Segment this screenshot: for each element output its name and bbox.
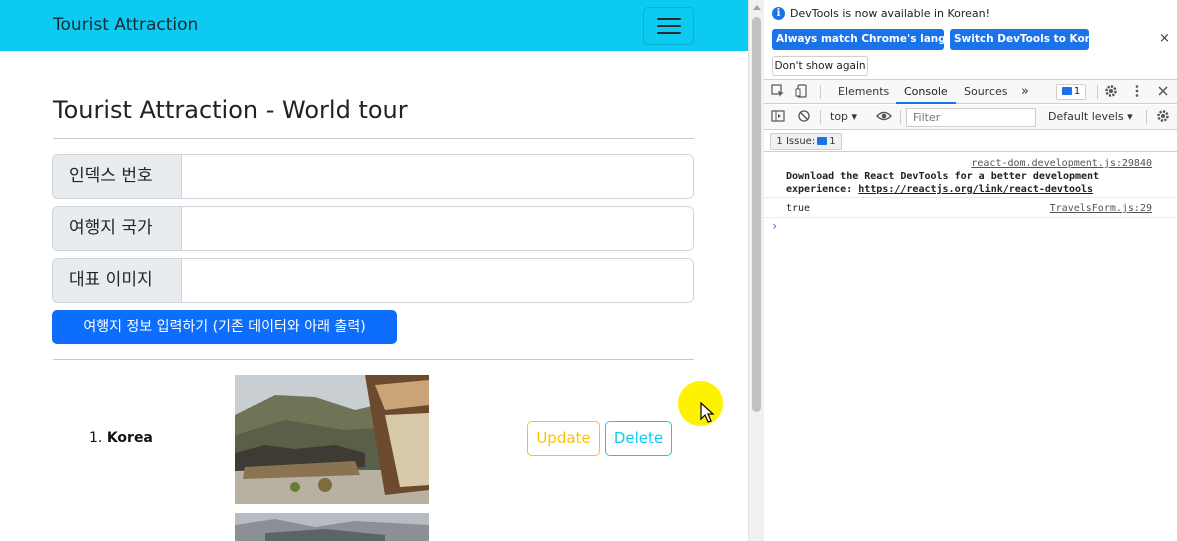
log-levels-dropdown[interactable]: Default levels ▾: [1048, 110, 1133, 123]
log-text-line2: experience: https://reactjs.org/link/rea…: [786, 184, 1093, 195]
tab-separator: [820, 85, 821, 99]
issues-badge-button[interactable]: 1: [1056, 84, 1086, 100]
close-devtools-icon[interactable]: [1155, 84, 1171, 100]
tab-separator: [900, 110, 901, 124]
index-number-input[interactable]: [182, 155, 693, 198]
switch-korean-button[interactable]: Switch DevTools to Korean: [950, 29, 1112, 50]
country-input[interactable]: [182, 207, 693, 250]
index-number-label: 인덱스 번호: [53, 155, 182, 198]
country-label: 여행지 국가: [53, 207, 182, 250]
image-label: 대표 이미지: [53, 259, 182, 302]
devtools-tabbar: Elements Console Sources » 1: [764, 80, 1177, 104]
navbar-brand[interactable]: Tourist Attraction: [53, 15, 198, 35]
index-number-group: 인덱스 번호: [52, 154, 694, 199]
banner-message: DevTools is now available in Korean!: [790, 7, 991, 20]
language-banner: i DevTools is now available in Korean! ×…: [764, 0, 1177, 80]
log-source-link[interactable]: TravelsForm.js:29: [1050, 203, 1152, 214]
info-icon: i: [772, 7, 785, 20]
tab-elements[interactable]: Elements: [838, 80, 889, 104]
context-value: top: [830, 110, 849, 123]
scrollbar-thumb[interactable]: [752, 17, 761, 412]
app-viewport: Tourist Attraction Tourist Attraction - …: [0, 0, 748, 541]
log-text-prefix: experience:: [786, 184, 859, 195]
issues-badge-count: 1: [1073, 86, 1081, 97]
page-scrollbar[interactable]: [748, 0, 764, 541]
sidebar-toggle-icon[interactable]: [770, 109, 786, 125]
message-icon: [817, 137, 828, 145]
image-group: 대표 이미지: [52, 258, 694, 303]
update-button[interactable]: Update: [527, 421, 600, 456]
issues-count: 1: [829, 136, 836, 147]
console-message: react-dom.development.js:29840 Download …: [764, 152, 1177, 198]
country-group: 여행지 국가: [52, 206, 694, 251]
more-tabs-icon[interactable]: »: [1021, 80, 1029, 104]
submit-travel-button[interactable]: 여행지 정보 입력하기 (기존 데이터와 아래 출력): [52, 310, 397, 344]
devtools-panel: i DevTools is now available in Korean! ×…: [764, 0, 1177, 541]
item-photo-next: [235, 513, 429, 541]
clear-console-icon[interactable]: [796, 109, 812, 125]
form-divider: [53, 359, 694, 360]
console-settings-gear-icon[interactable]: [1155, 109, 1171, 125]
issues-bar: 1 Issue: 1: [764, 131, 1177, 152]
more-options-icon[interactable]: [1129, 84, 1145, 100]
gear-icon[interactable]: [1103, 84, 1119, 100]
item-country-name: Korea: [106, 430, 153, 446]
page-title: Tourist Attraction - World tour: [53, 96, 408, 124]
image-input[interactable]: [182, 259, 693, 302]
console-filterbar: top ▾ Default levels ▾: [764, 105, 1177, 130]
tab-separator: [820, 110, 821, 124]
log-text-line1: Download the React DevTools for a better…: [786, 171, 1100, 182]
tab-separator: [1097, 85, 1098, 99]
issues-button[interactable]: 1 Issue: 1: [770, 133, 842, 150]
device-toolbar-icon[interactable]: [794, 84, 810, 100]
issues-label: 1 Issue:: [776, 136, 816, 147]
match-language-button[interactable]: Always match Chrome's language: [772, 29, 975, 50]
navbar: Tourist Attraction: [0, 0, 748, 51]
console-filter-input[interactable]: [906, 108, 1036, 127]
context-selector[interactable]: top ▾: [830, 110, 857, 123]
scroll-up-arrow-icon[interactable]: [753, 5, 761, 10]
log-levels-value: Default levels: [1048, 110, 1124, 123]
mouse-pointer-icon: [700, 402, 715, 423]
eye-icon[interactable]: [876, 109, 892, 125]
tab-separator: [1146, 110, 1147, 124]
console-message: true TravelsForm.js:29: [764, 199, 1177, 218]
react-devtools-link[interactable]: https://reactjs.org/link/react-devtools: [858, 184, 1093, 195]
dont-show-again-button[interactable]: Don't show again: [772, 56, 868, 76]
item-index: 1.: [89, 430, 103, 446]
title-divider: [53, 138, 694, 139]
inspect-element-icon[interactable]: [770, 84, 786, 100]
delete-button[interactable]: Delete: [605, 421, 672, 456]
tab-console[interactable]: Console: [896, 80, 956, 104]
console-output: react-dom.development.js:29840 Download …: [764, 152, 1177, 541]
list-item: 1. Korea: [89, 430, 153, 446]
tab-sources[interactable]: Sources: [964, 80, 1008, 104]
log-value: true: [786, 203, 811, 214]
console-prompt-icon[interactable]: ›: [771, 219, 778, 233]
log-source-link[interactable]: react-dom.development.js:29840: [971, 158, 1152, 169]
item-photo: [235, 375, 429, 504]
message-icon: [1061, 87, 1072, 95]
navbar-toggler-button[interactable]: [643, 7, 694, 45]
close-icon[interactable]: ×: [1159, 31, 1170, 46]
